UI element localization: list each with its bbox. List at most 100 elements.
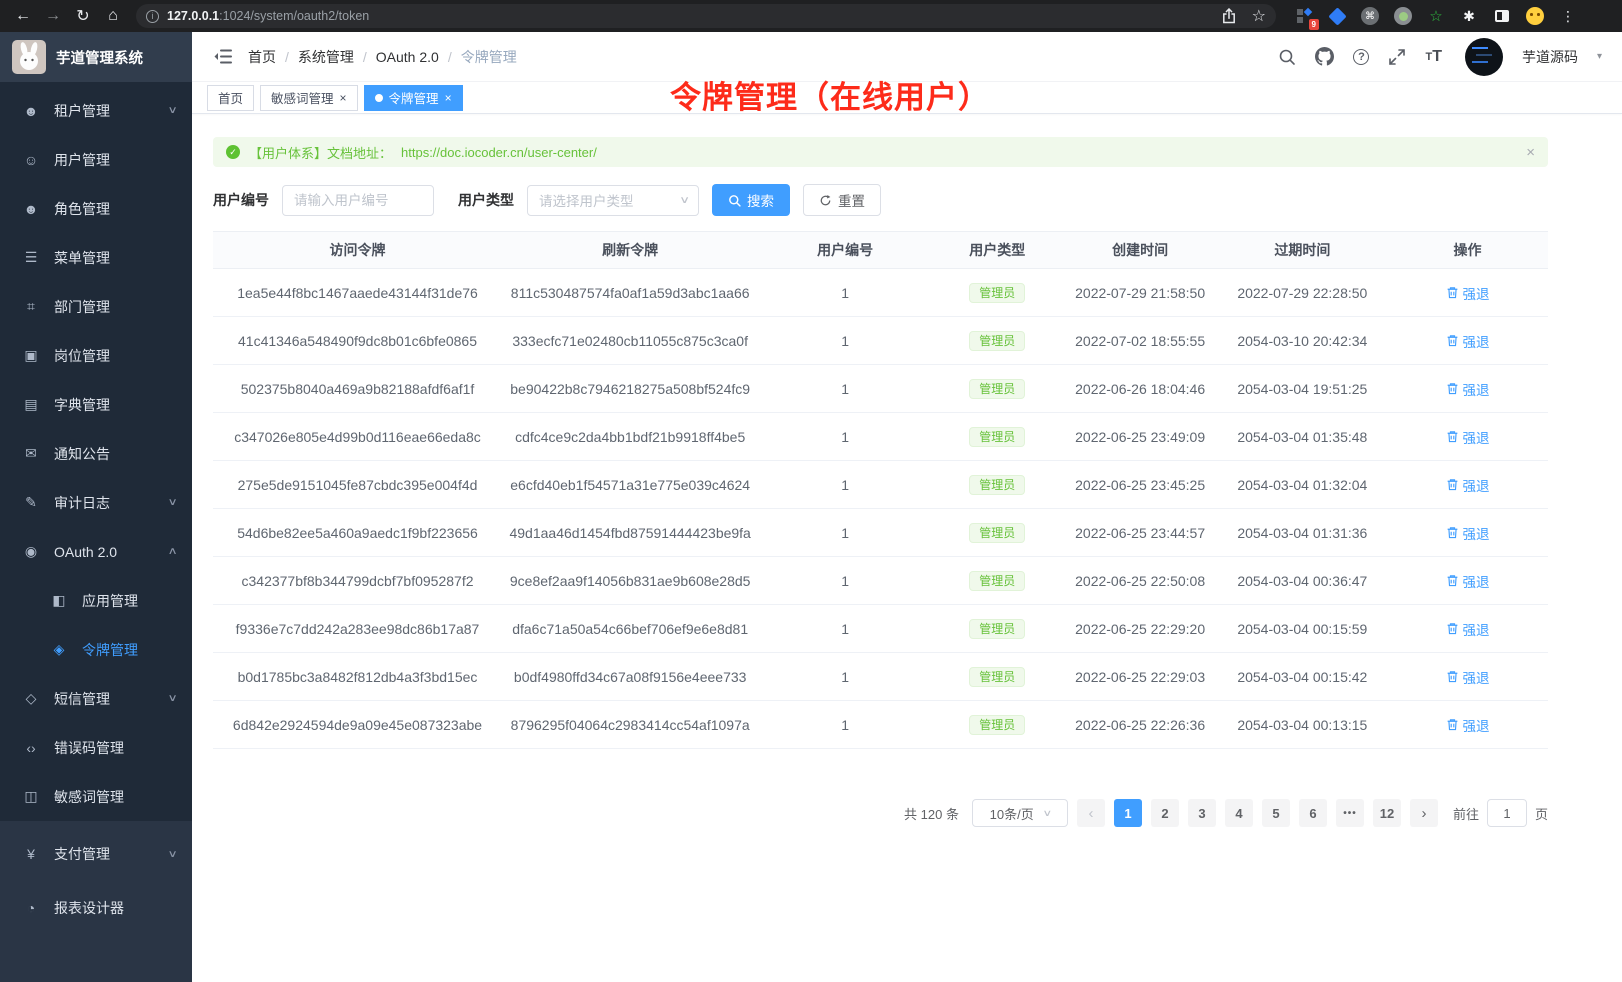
help-icon[interactable]: ?: [1353, 49, 1369, 65]
force-logout-button[interactable]: 强退: [1446, 283, 1490, 303]
sidebar-item[interactable]: ☰ 菜单管理: [0, 233, 192, 282]
breadcrumb-item[interactable]: 首页 /: [248, 47, 289, 67]
force-logout-button[interactable]: 强退: [1446, 427, 1490, 447]
url-bar[interactable]: i 127.0.0.1:1024/system/oauth2/token ☆: [136, 4, 1276, 28]
sidebar-item-label: 敏感词管理: [54, 787, 124, 807]
star-extension-icon[interactable]: ☆: [1426, 6, 1446, 26]
breadcrumb-item[interactable]: 系统管理 /: [298, 47, 367, 67]
force-logout-button[interactable]: 强退: [1446, 475, 1490, 495]
access-token-cell: 6d842e2924594de9a09e45e087323abe: [213, 717, 502, 733]
recorder-extension-icon[interactable]: [1393, 6, 1413, 26]
force-logout-button[interactable]: 强退: [1446, 667, 1490, 687]
sidebar-item[interactable]: ▣ 岗位管理: [0, 331, 192, 380]
access-token-cell: 54d6be82ee5a460a9aedc1f9bf223656: [213, 525, 502, 541]
sidebar-item[interactable]: ✎ 审计日志 ∨: [0, 478, 192, 527]
window: ← → ↻ ⌂ i 127.0.0.1:1024/system/oauth2/t…: [0, 0, 1622, 982]
page-button[interactable]: 3: [1188, 799, 1216, 827]
adblock-extension-icon[interactable]: 9: [1294, 6, 1314, 26]
force-logout-button[interactable]: 强退: [1446, 523, 1490, 543]
breadcrumb-item[interactable]: OAuth 2.0 /: [376, 49, 452, 65]
site-info-icon[interactable]: i: [146, 10, 159, 23]
share-icon[interactable]: [1222, 8, 1236, 24]
username[interactable]: 芋道源码: [1522, 47, 1578, 67]
user-type-badge: 管理员: [969, 619, 1025, 639]
force-logout-button[interactable]: 强退: [1446, 715, 1490, 735]
sidebar-item[interactable]: ◧ 应用管理: [0, 576, 192, 625]
github-icon[interactable]: [1315, 47, 1334, 66]
force-logout-button[interactable]: 强退: [1446, 619, 1490, 639]
sidebar-item[interactable]: ☺ 用户管理: [0, 135, 192, 184]
tab[interactable]: 敏感词管理 ×: [260, 85, 358, 111]
reset-button[interactable]: 重置: [803, 184, 881, 216]
navbar-actions: ? TT 芋道源码 ▾: [1278, 38, 1602, 76]
sidebar-item[interactable]: ☻ 租户管理 ∨: [0, 86, 192, 135]
home-icon[interactable]: ⌂: [100, 4, 126, 28]
tab[interactable]: 首页 ×: [207, 85, 254, 111]
page-button[interactable]: 6: [1299, 799, 1327, 827]
force-logout-button[interactable]: 强退: [1446, 571, 1490, 591]
tab-close-icon[interactable]: ×: [340, 92, 347, 104]
expire-time-cell: 2022-07-29 22:28:50: [1218, 285, 1388, 301]
gem-extension-icon[interactable]: [1327, 6, 1347, 26]
force-logout-button[interactable]: 强退: [1446, 331, 1490, 351]
actions-cell: 强退: [1387, 427, 1548, 447]
alert-close-icon[interactable]: ×: [1526, 144, 1535, 161]
page-size-select[interactable]: 10条/页 ∨: [972, 799, 1068, 827]
breadcrumb-item[interactable]: 令牌管理 /: [461, 47, 517, 67]
back-icon[interactable]: ←: [10, 4, 36, 28]
user-type-cell: 管理员: [932, 619, 1063, 639]
search-icon[interactable]: [1278, 48, 1296, 66]
user-id-cell: 1: [758, 381, 932, 397]
browser-menu-icon[interactable]: ⋮: [1561, 8, 1575, 25]
extension-strip: 9 ⌘ ☆ ✱: [1294, 6, 1545, 26]
sidebar-item[interactable]: ☻ 角色管理: [0, 184, 192, 233]
sidebar-item[interactable]: ◉ OAuth 2.0 ∧: [0, 527, 192, 576]
page-button[interactable]: 12: [1373, 799, 1401, 827]
bookmark-star-icon[interactable]: ☆: [1252, 6, 1266, 26]
doc-link[interactable]: https://doc.iocoder.cn/user-center/: [401, 145, 597, 160]
prev-page-button[interactable]: ‹: [1077, 799, 1105, 827]
user-avatar[interactable]: [1465, 38, 1503, 76]
sidebar-item[interactable]: ▤ 字典管理: [0, 380, 192, 429]
table-row: 6d842e2924594de9a09e45e087323abe 8796295…: [213, 701, 1548, 749]
profile-avatar-icon[interactable]: [1525, 6, 1545, 26]
sidebar-fold-icon[interactable]: [214, 49, 232, 64]
sidebar-item[interactable]: ◈ 令牌管理: [0, 625, 192, 674]
reload-icon[interactable]: ↻: [70, 4, 96, 28]
page-button[interactable]: •••: [1336, 799, 1364, 827]
page-button[interactable]: 5: [1262, 799, 1290, 827]
user-id-input[interactable]: [282, 185, 434, 216]
app-logo: [12, 40, 46, 74]
page-button[interactable]: 1: [1114, 799, 1142, 827]
tab-close-icon[interactable]: ×: [445, 92, 452, 104]
table-row: 275e5de9151045fe87cbdc395e004f4d e6cfd40…: [213, 461, 1548, 509]
shortcut-extension-icon[interactable]: ⌘: [1360, 6, 1380, 26]
font-size-icon[interactable]: TT: [1425, 48, 1442, 66]
user-menu-caret-icon[interactable]: ▾: [1597, 51, 1602, 62]
actions-cell: 强退: [1387, 715, 1548, 735]
side-panel-icon[interactable]: [1492, 6, 1512, 26]
tab[interactable]: 令牌管理 ×: [364, 85, 463, 111]
user-type-select[interactable]: 请选择用户类型 ∨: [527, 185, 699, 216]
sidebar-item-icon: ✉: [22, 445, 40, 462]
goto-page-input[interactable]: [1487, 799, 1527, 827]
app-logo-bar[interactable]: 芋道管理系统: [0, 32, 192, 82]
sidebar-item[interactable]: ‹› 错误码管理: [0, 723, 192, 772]
sidebar-item[interactable]: ◇ 短信管理 ∨: [0, 674, 192, 723]
next-page-button[interactable]: ›: [1410, 799, 1438, 827]
sidebar-item[interactable]: ◫ 敏感词管理: [0, 772, 192, 821]
search-button[interactable]: 搜索: [712, 184, 790, 216]
sidebar-item[interactable]: ⌗ 部门管理: [0, 282, 192, 331]
force-logout-button[interactable]: 强退: [1446, 379, 1490, 399]
sidebar-item[interactable]: ¥ 支付管理 ∨: [0, 827, 192, 881]
sidebar-item[interactable]: ◔ 报表设计器: [0, 881, 192, 935]
red-annotation: 令牌管理（在线用户）: [670, 72, 990, 117]
sidebar-item[interactable]: ✉ 通知公告: [0, 429, 192, 478]
extensions-puzzle-icon[interactable]: ✱: [1459, 6, 1479, 26]
create-time-cell: 2022-06-25 23:49:09: [1063, 429, 1218, 445]
fullscreen-icon[interactable]: [1388, 48, 1406, 66]
sidebar-item-icon: ◈: [50, 641, 68, 658]
forward-icon[interactable]: →: [40, 4, 66, 28]
page-button[interactable]: 4: [1225, 799, 1253, 827]
page-button[interactable]: 2: [1151, 799, 1179, 827]
